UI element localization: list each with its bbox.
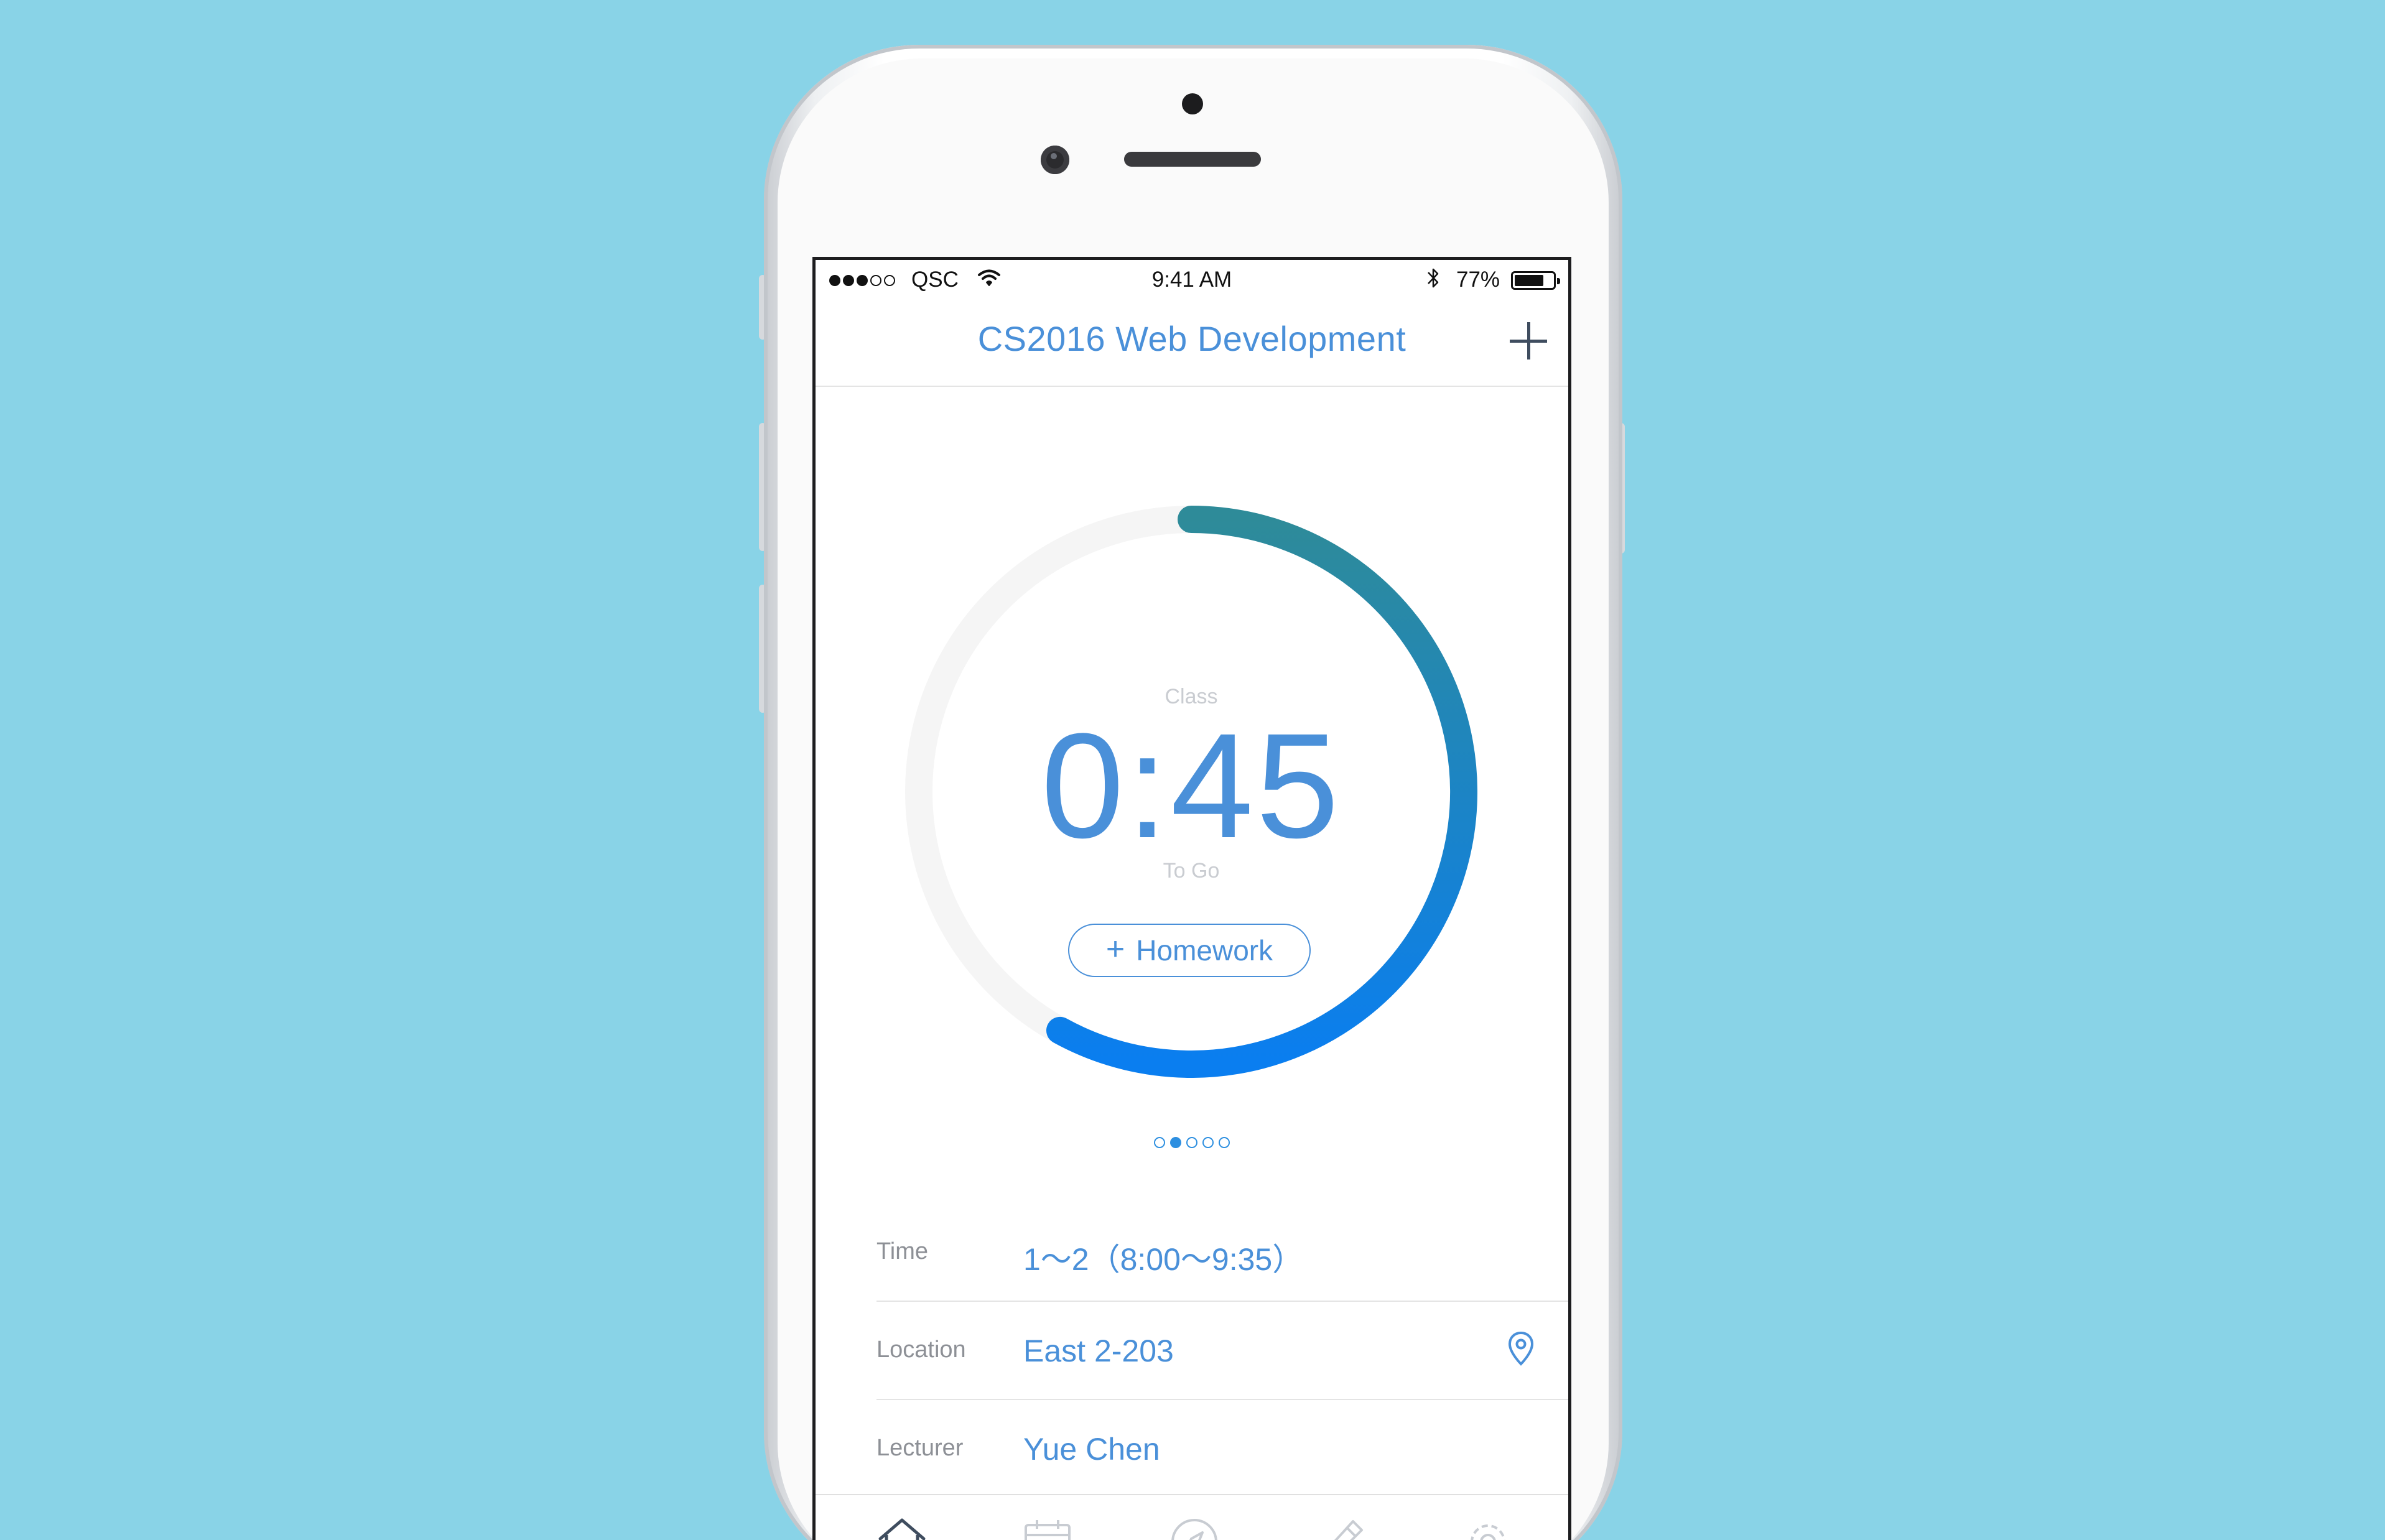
countdown-label-bottom: To Go bbox=[1163, 859, 1220, 883]
location-pin-icon[interactable] bbox=[1506, 1330, 1536, 1368]
front-camera-icon bbox=[1041, 146, 1069, 174]
detail-value: Yue Chen bbox=[1023, 1432, 1160, 1467]
tab-calendar-icon[interactable] bbox=[1022, 1516, 1073, 1540]
page-dot[interactable] bbox=[1202, 1137, 1214, 1148]
bluetooth-icon bbox=[1428, 268, 1439, 288]
countdown-time: 0:45 bbox=[1041, 702, 1342, 869]
tab-home-icon[interactable] bbox=[876, 1516, 928, 1540]
countdown-ring: Class 0:45 To Go + Homework bbox=[905, 506, 1477, 1078]
navigation-bar: CS2016 Web Development bbox=[816, 301, 1568, 387]
status-bar: QSC 9:41 AM 77% bbox=[816, 260, 1568, 301]
page-dot[interactable] bbox=[1170, 1137, 1181, 1148]
proximity-sensor bbox=[1182, 93, 1203, 114]
page-dot[interactable] bbox=[1154, 1137, 1165, 1148]
detail-label: Time bbox=[876, 1238, 929, 1264]
detail-label: Location bbox=[876, 1337, 966, 1363]
status-clock: 9:41 AM bbox=[1151, 267, 1232, 292]
homework-button-label: Homework bbox=[1136, 934, 1273, 967]
battery-fill bbox=[1515, 275, 1543, 286]
detail-value: 1～2（8:00～9:35） bbox=[1023, 1242, 1304, 1277]
detail-row-lecturer: Lecturer Yue Chen bbox=[876, 1400, 1568, 1497]
tab-pen-icon[interactable] bbox=[1316, 1516, 1367, 1540]
stage: QSC 9:41 AM 77% CS2016 Web Development C… bbox=[0, 0, 2385, 1540]
plus-icon: + bbox=[1105, 931, 1125, 967]
detail-value: East 2-203 bbox=[1023, 1334, 1174, 1368]
page-dot[interactable] bbox=[1219, 1137, 1230, 1148]
page-dot[interactable] bbox=[1186, 1137, 1197, 1148]
earpiece-speaker bbox=[1124, 152, 1261, 167]
detail-label: Lecturer bbox=[876, 1435, 964, 1461]
tab-settings-icon[interactable] bbox=[1462, 1516, 1513, 1540]
battery-nub bbox=[1557, 278, 1560, 284]
app-screen: QSC 9:41 AM 77% CS2016 Web Development C… bbox=[812, 257, 1571, 1540]
page-indicator[interactable] bbox=[816, 1137, 1568, 1148]
battery-icon bbox=[1511, 271, 1560, 290]
detail-row-time: Time 1～2（8:00～9:35） bbox=[876, 1204, 1568, 1302]
battery-percent: 77% bbox=[1456, 267, 1500, 292]
class-details: Time 1～2（8:00～9:35） Location East 2-203 … bbox=[876, 1204, 1568, 1497]
countdown-center: Class 0:45 To Go + Homework bbox=[905, 506, 1477, 1078]
tab-bar bbox=[816, 1494, 1568, 1540]
tab-compass-icon[interactable] bbox=[1169, 1516, 1220, 1540]
page-title: CS2016 Web Development bbox=[977, 319, 1406, 358]
add-plus-icon[interactable] bbox=[1505, 317, 1552, 364]
add-homework-button[interactable]: + Homework bbox=[1068, 924, 1311, 977]
detail-row-location[interactable]: Location East 2-203 bbox=[876, 1302, 1568, 1400]
